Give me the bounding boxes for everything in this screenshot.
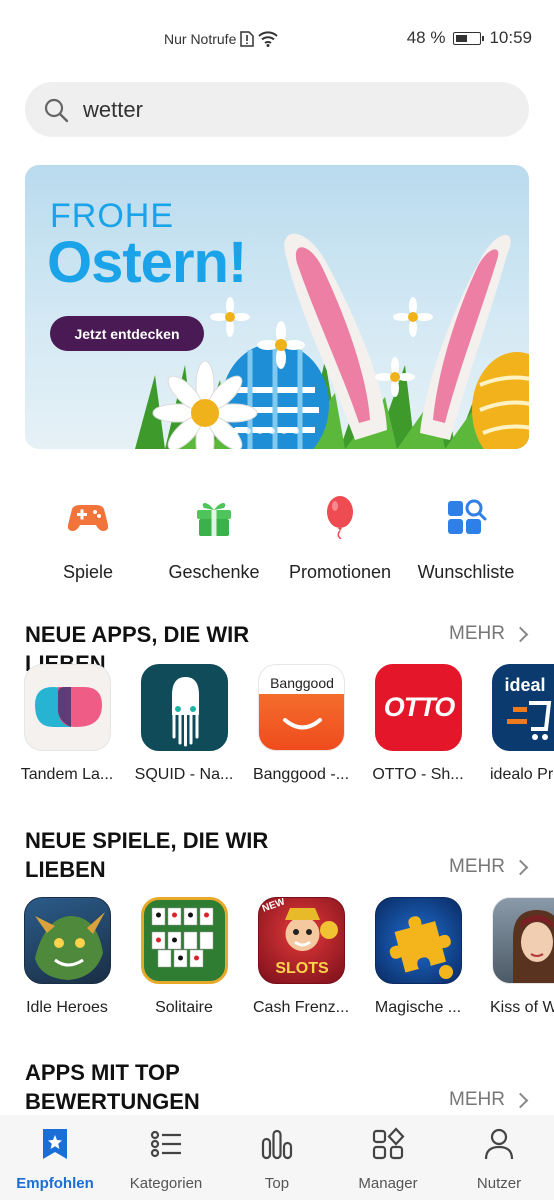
solitaire-icon — [140, 897, 228, 984]
app-card-idealo[interactable]: ideal idealo Pr — [480, 664, 554, 784]
app-name: Tandem La... — [20, 766, 114, 783]
app-card-magic-puzzle[interactable]: Magische ... — [363, 897, 473, 1017]
promo-banner[interactable]: FROHE Ostern! Jetzt entdecken — [25, 165, 529, 449]
quick-nav: Spiele Geschenke Promotionen Wunschliste — [0, 495, 554, 585]
star-bookmark-icon — [43, 1129, 67, 1159]
gift-icon — [197, 502, 231, 536]
nav-tab-manager[interactable]: Manager — [338, 1127, 438, 1192]
chevron-right-icon — [512, 1092, 529, 1108]
nav-tab-empfohlen[interactable]: Empfohlen — [5, 1127, 105, 1192]
banner-dot — [281, 428, 287, 434]
kiss-of-war-icon — [491, 897, 554, 984]
app-name: Cash Frenz... — [252, 999, 350, 1016]
search-icon — [44, 98, 69, 122]
slots-logo-text: SLOTS — [275, 960, 329, 977]
banner-line2: Ostern! — [47, 230, 247, 295]
app-card-kiss-of-war[interactable]: Kiss of W — [480, 897, 554, 1017]
app-card-cash-frenzy[interactable]: NEW SLOTS Cash Frenz... — [246, 897, 356, 1017]
apps-grid-icon — [372, 1127, 405, 1160]
bar-chart-icon — [261, 1129, 293, 1160]
banner-dot — [293, 428, 299, 434]
banggood-icon: Banggood — [257, 664, 345, 751]
quick-nav-label: Geschenke — [168, 562, 260, 582]
nav-label: Kategorien — [129, 1175, 203, 1192]
section-title-new-games: NEUE SPIELE, DIE WIR LIEBEN — [25, 828, 269, 882]
status-right: 48 % 10:59 — [407, 28, 532, 48]
app-name: Banggood -... — [252, 766, 350, 783]
chevron-right-icon — [512, 626, 529, 642]
bottom-navigation: Empfohlen Kategorien Top Manager Nutzer — [0, 1115, 554, 1200]
battery-icon — [453, 31, 485, 45]
app-row-new-apps: Tandem La... SQUID - Na... Banggood Bang… — [0, 664, 554, 789]
battery-level — [456, 34, 468, 42]
more-button-top-rated[interactable]: MEHR — [449, 1089, 529, 1111]
app-card-banggood[interactable]: Banggood Banggood -... — [246, 664, 356, 784]
user-icon — [484, 1128, 514, 1160]
banner-dot — [225, 428, 239, 434]
nav-tab-top[interactable]: Top — [227, 1127, 327, 1192]
nav-label: Manager — [358, 1175, 418, 1192]
app-card-squid[interactable]: SQUID - Na... — [129, 664, 239, 784]
nav-label: Nutzer — [476, 1175, 522, 1192]
quick-nav-games[interactable]: Spiele — [23, 495, 153, 583]
squid-icon — [140, 664, 228, 751]
list-icon — [150, 1130, 181, 1158]
app-name: OTTO - Sh... — [372, 766, 464, 783]
quick-nav-gifts[interactable]: Geschenke — [149, 495, 279, 583]
more-label: MEHR — [449, 856, 505, 877]
app-card-solitaire[interactable]: Solitaire — [129, 897, 239, 1017]
app-row-new-games: Idle Heroes Solitaire NEW SLOTS Cash Fre… — [0, 897, 554, 1022]
nav-tab-nutzer[interactable]: Nutzer — [449, 1127, 549, 1192]
status-bar: Nur Notrufe 48 % 10:59 — [0, 0, 554, 80]
chevron-right-icon — [512, 859, 529, 875]
status-left: Nur Notrufe — [164, 31, 279, 47]
balloon-icon — [327, 496, 353, 540]
banner-cta-button[interactable]: Jetzt entdecken — [50, 316, 204, 351]
quick-nav-label: Promotionen — [288, 562, 392, 582]
nav-tab-kategorien[interactable]: Kategorien — [116, 1127, 216, 1192]
banner-dot — [257, 428, 263, 434]
banner-pagination — [225, 428, 299, 434]
quick-nav-label: Spiele — [62, 562, 114, 582]
more-label: MEHR — [449, 623, 505, 644]
quick-nav-wishlist[interactable]: Wunschliste — [401, 495, 531, 583]
quick-nav-label: Wunschliste — [417, 562, 515, 582]
quick-nav-promotions[interactable]: Promotionen — [275, 495, 405, 583]
more-button-new-games[interactable]: MEHR — [449, 856, 529, 878]
app-card-otto[interactable]: OTTO OTTO - Sh... — [363, 664, 473, 784]
more-button-new-apps[interactable]: MEHR — [449, 623, 529, 645]
idle-heroes-icon — [23, 897, 111, 984]
app-name: Solitaire — [155, 999, 213, 1016]
carrier-text: Nur Notrufe — [164, 31, 237, 47]
no-sim-icon — [240, 31, 255, 47]
otto-logo-text: OTTO — [383, 692, 456, 722]
search-bar[interactable] — [25, 82, 529, 137]
app-name: SQUID - Na... — [134, 766, 234, 783]
tandem-icon — [23, 664, 111, 751]
nav-label: Empfohlen — [16, 1175, 94, 1192]
app-card-idle-heroes[interactable]: Idle Heroes — [12, 897, 122, 1017]
banner-dot — [245, 428, 251, 434]
banner-dot — [269, 428, 275, 434]
wishlist-icon — [448, 499, 487, 534]
otto-icon: OTTO — [374, 664, 462, 751]
clock: 10:59 — [489, 28, 532, 47]
app-card-tandem[interactable]: Tandem La... — [12, 664, 122, 784]
cash-frenzy-icon: NEW SLOTS — [257, 897, 345, 984]
more-label: MEHR — [449, 1089, 505, 1110]
battery-percent: 48 % — [406, 28, 446, 47]
nav-label: Top — [264, 1175, 290, 1192]
app-name: Idle Heroes — [26, 999, 108, 1016]
section-title-top-rated: APPS MIT TOP BEWERTUNGEN — [25, 1060, 200, 1114]
app-name: Magische ... — [374, 999, 462, 1016]
wifi-icon — [258, 31, 279, 47]
gamepad-icon — [67, 505, 109, 531]
app-name: Kiss of W — [490, 999, 554, 1016]
idealo-icon: ideal — [491, 664, 554, 751]
magic-puzzle-icon — [374, 897, 462, 984]
search-input[interactable] — [83, 96, 483, 123]
app-name: idealo Pr — [490, 766, 554, 783]
